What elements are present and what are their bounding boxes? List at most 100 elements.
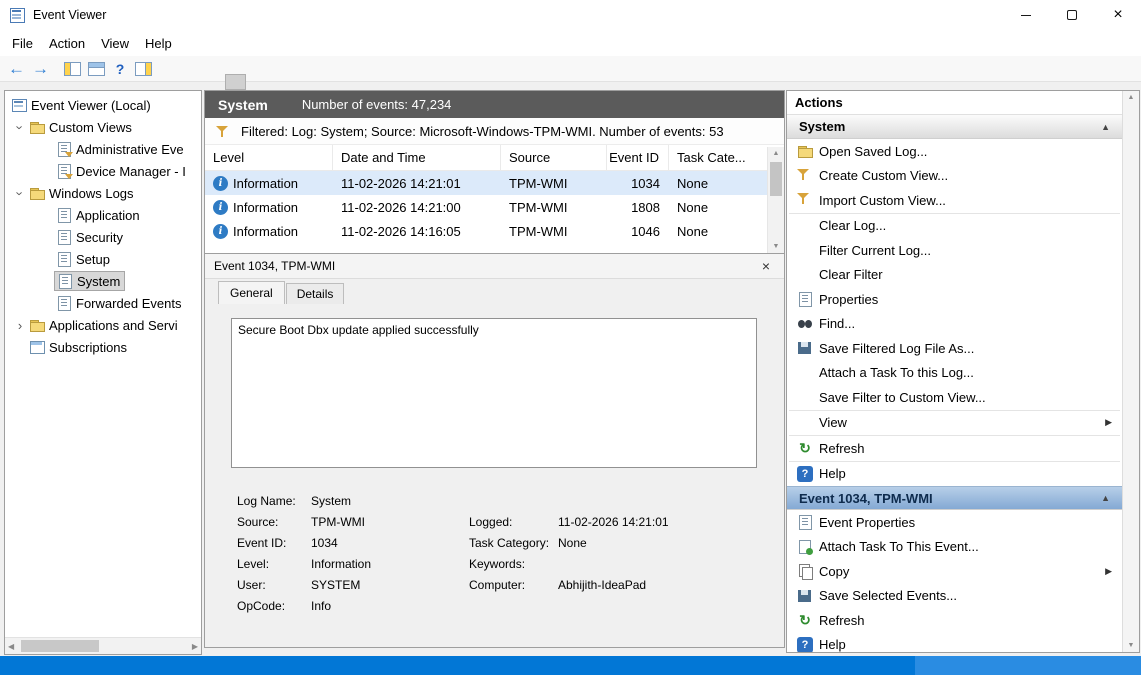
action-open-saved-log[interactable]: Open Saved Log... (787, 139, 1122, 164)
action-attach-task-to-log[interactable]: Attach a Task To this Log... (787, 361, 1122, 386)
tree-item-label: Setup (76, 252, 110, 267)
information-icon: i (213, 176, 228, 191)
level-cell: iInformation (205, 219, 333, 243)
show-action-pane-icon[interactable] (135, 62, 152, 76)
tree-item-application[interactable]: Application (5, 204, 201, 226)
column-header-task-category[interactable]: Task Cate... (669, 145, 753, 170)
event-message-box[interactable]: Secure Boot Dbx update applied successfu… (231, 318, 757, 468)
menu-file[interactable]: File (4, 33, 41, 54)
show-console-tree-icon[interactable] (64, 62, 81, 76)
folder-icon (29, 119, 45, 135)
scroll-down-icon[interactable]: ▼ (1123, 642, 1139, 649)
action-refresh[interactable]: ↻ Refresh (787, 436, 1122, 461)
scrollbar-fragment[interactable] (225, 74, 246, 90)
maximize-button[interactable] (1049, 0, 1095, 30)
action-save-selected-events[interactable]: Save Selected Events... (787, 584, 1122, 609)
action-attach-task-to-event[interactable]: Attach Task To This Event... (787, 535, 1122, 560)
properties-icon (797, 514, 813, 530)
actions-vertical-scrollbar[interactable]: ▲ ▼ (1122, 91, 1139, 652)
menu-action[interactable]: Action (41, 33, 93, 54)
action-clear-filter[interactable]: Clear Filter (787, 263, 1122, 288)
column-header-level[interactable]: Level (205, 145, 333, 170)
field-value: 11-02-2026 14:21:01 (558, 515, 669, 529)
action-refresh-event[interactable]: ↻ Refresh (787, 608, 1122, 633)
close-button[interactable]: × (1095, 0, 1141, 30)
column-header-date[interactable]: Date and Time (333, 145, 501, 170)
help-icon[interactable]: ? (112, 61, 128, 77)
collapse-icon[interactable]: ▲ (1101, 493, 1110, 503)
action-event-properties[interactable]: Event Properties (787, 510, 1122, 535)
action-clear-log[interactable]: Clear Log... (787, 214, 1122, 239)
actions-section-system[interactable]: System ▲ (787, 115, 1122, 139)
close-icon: × (1113, 7, 1122, 23)
event-row[interactable]: iInformation 11-02-2026 14:21:00 TPM-WMI… (205, 195, 784, 219)
subscriptions-icon (29, 339, 45, 355)
tree-item-label: Device Manager - I (76, 164, 186, 179)
tree-item-windows-logs[interactable]: › Windows Logs (5, 182, 201, 204)
scroll-left-icon[interactable]: ◀ (8, 642, 14, 651)
tree-item-custom-views[interactable]: › Custom Views (5, 116, 201, 138)
scrollbar-thumb[interactable] (770, 162, 782, 196)
tree-horizontal-scrollbar[interactable]: ◀ ▶ (5, 637, 201, 654)
field-label: User: (237, 578, 311, 592)
submenu-arrow-icon: ▶ (1105, 417, 1122, 428)
tab-general[interactable]: General (218, 281, 285, 304)
action-help-event[interactable]: ? Help (787, 633, 1122, 653)
events-vertical-scrollbar[interactable]: ▲ ▼ (767, 147, 784, 253)
event-id-cell: 1808 (607, 195, 669, 219)
back-icon[interactable]: ← (8, 61, 25, 77)
date-cell: 11-02-2026 14:21:00 (333, 195, 501, 219)
folder-icon (29, 185, 45, 201)
chevron-down-icon[interactable]: › (13, 118, 28, 136)
tree-item-system[interactable]: System (5, 270, 201, 292)
task-category-cell: None (669, 195, 753, 219)
action-find[interactable]: Find... (787, 312, 1122, 337)
scroll-up-icon[interactable]: ▲ (1123, 94, 1139, 101)
event-row[interactable]: iInformation 11-02-2026 14:21:01 TPM-WMI… (205, 171, 784, 195)
close-icon[interactable]: × (762, 259, 770, 273)
tree-item-device-manager[interactable]: Device Manager - I (5, 160, 201, 182)
export-list-icon[interactable] (88, 62, 105, 76)
event-row[interactable]: iInformation 11-02-2026 14:16:05 TPM-WMI… (205, 219, 784, 243)
column-header-source[interactable]: Source (501, 145, 607, 170)
events-column-headers: Level Date and Time Source Event ID Task… (205, 145, 784, 171)
tree-item-applications-services[interactable]: › Applications and Servi (5, 314, 201, 336)
filter-funnel-icon (216, 125, 229, 138)
chevron-down-icon[interactable]: › (13, 184, 28, 202)
tree-item-setup[interactable]: Setup (5, 248, 201, 270)
collapse-icon[interactable]: ▲ (1101, 122, 1110, 132)
tree-selection: System (54, 271, 125, 291)
action-help[interactable]: ? Help (787, 462, 1122, 487)
action-save-filter-to-custom-view[interactable]: Save Filter to Custom View... (787, 385, 1122, 410)
field-value: 1034 (311, 536, 469, 550)
scroll-right-icon[interactable]: ▶ (192, 642, 198, 651)
actions-section-event[interactable]: Event 1034, TPM-WMI ▲ (787, 486, 1122, 510)
tree-root[interactable]: Event Viewer (Local) (5, 94, 201, 116)
menu-help[interactable]: Help (137, 33, 180, 54)
tree-item-forwarded-events[interactable]: Forwarded Events (5, 292, 201, 314)
action-view[interactable]: View ▶ (787, 411, 1122, 436)
action-import-custom-view[interactable]: Import Custom View... (787, 188, 1122, 213)
column-header-event-id[interactable]: Event ID (607, 145, 669, 170)
action-copy[interactable]: Copy ▶ (787, 559, 1122, 584)
scroll-up-icon[interactable]: ▲ (768, 150, 784, 157)
tree-item-subscriptions[interactable]: Subscriptions (5, 336, 201, 358)
section-title: Event 1034, TPM-WMI (799, 491, 933, 506)
action-create-custom-view[interactable]: Create Custom View... (787, 164, 1122, 189)
scroll-down-icon[interactable]: ▼ (768, 243, 784, 250)
field-value: None (558, 536, 587, 550)
chevron-right-icon[interactable]: › (11, 318, 29, 333)
console-tree: Event Viewer (Local) › Custom Views Admi… (5, 91, 201, 358)
action-filter-current-log[interactable]: Filter Current Log... (787, 238, 1122, 263)
menu-view[interactable]: View (93, 33, 137, 54)
forward-icon[interactable]: → (32, 61, 49, 77)
date-cell: 11-02-2026 14:21:01 (333, 171, 501, 195)
action-properties[interactable]: Properties (787, 287, 1122, 312)
tab-details[interactable]: Details (286, 283, 345, 304)
action-save-filtered-log[interactable]: Save Filtered Log File As... (787, 336, 1122, 361)
scrollbar-thumb[interactable] (21, 640, 99, 652)
minimize-button[interactable] (1003, 0, 1049, 30)
tree-item-administrative-events[interactable]: Administrative Eve (5, 138, 201, 160)
events-count: Number of events: 47,234 (302, 97, 452, 112)
tree-item-security[interactable]: Security (5, 226, 201, 248)
